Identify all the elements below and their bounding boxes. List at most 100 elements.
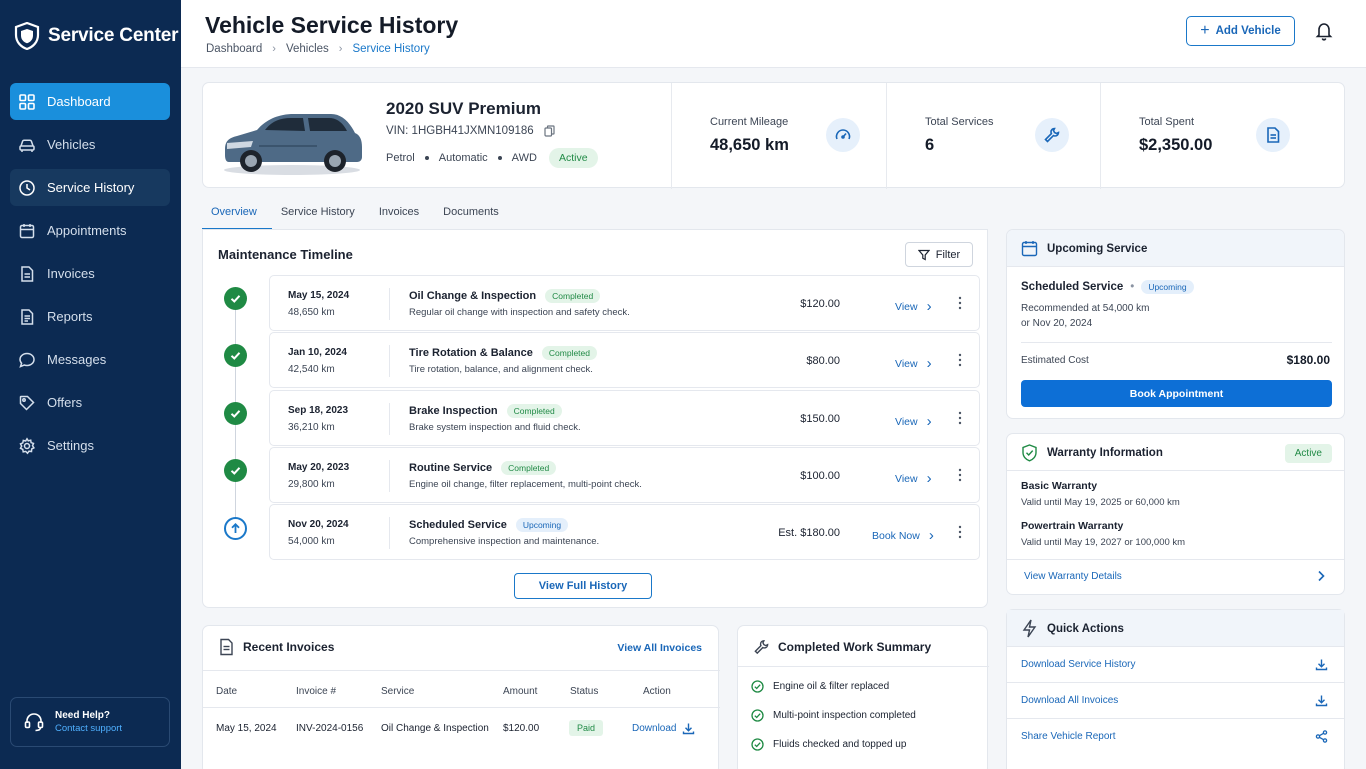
quick-action-label: Download All Invoices (1021, 695, 1119, 706)
breadcrumb-vehicles[interactable]: Vehicles (286, 43, 329, 55)
sidebar-item-settings[interactable]: Settings (10, 427, 170, 464)
view-link[interactable]: View › (895, 298, 932, 315)
vehicle-summary-card: 2020 SUV Premium VIN: 1HGBH41JXMN109186 … (202, 82, 1346, 189)
upcoming-service-header: Upcoming Service (1007, 230, 1344, 267)
timeline-row[interactable]: Jan 10, 2024 42,540 km Tire Rotation & B… (269, 332, 980, 388)
view-all-invoices-link[interactable]: View All Invoices (617, 642, 702, 654)
sidebar-item-service-history[interactable]: Service History (10, 169, 170, 206)
maintenance-timeline-card: Maintenance Timeline Filter May 15, 2024… (202, 230, 988, 608)
help-box[interactable]: Need Help? Contact support (10, 697, 170, 747)
view-link[interactable]: View › (895, 355, 932, 372)
shield-check-icon (1022, 444, 1037, 462)
stat-total-spent: Total Spent $2,350.00 (1100, 83, 1346, 189)
sidebar-item-invoices[interactable]: Invoices (10, 255, 170, 292)
chevron-right-icon: › (272, 43, 276, 55)
chevron-right-icon: › (926, 298, 932, 315)
book-now-link[interactable]: Book Now › (872, 527, 934, 544)
quick-action-label: Download Service History (1021, 659, 1136, 670)
receipt-icon (1256, 118, 1290, 152)
dot-separator (497, 156, 502, 160)
book-appointment-button[interactable]: Book Appointment (1021, 380, 1332, 407)
vehicle-vin: VIN: 1HGBH41JXMN109186 (386, 125, 555, 137)
sidebar-nav: Dashboard Vehicles Service History Appoi… (10, 83, 170, 470)
row-service: Scheduled Service Upcoming (409, 518, 569, 532)
sidebar-item-appointments[interactable]: Appointments (10, 212, 170, 249)
quick-action-download-history[interactable]: Download Service History (1007, 647, 1344, 683)
breadcrumb-dashboard[interactable]: Dashboard (206, 43, 262, 55)
view-warranty-details-link[interactable]: View Warranty Details (1024, 571, 1122, 582)
download-invoice-link[interactable]: Download (632, 722, 695, 735)
filter-button[interactable]: Filter (905, 242, 973, 267)
service-name: Tire Rotation & Balance (409, 347, 533, 359)
check-circle-icon (224, 402, 247, 425)
sidebar-item-offers[interactable]: Offers (10, 384, 170, 421)
column-header-date: Date (216, 686, 238, 697)
view-link[interactable]: View › (895, 470, 932, 487)
work-item: Fluids checked and topped up (751, 738, 906, 751)
warranty-name: Basic Warranty (1021, 480, 1098, 492)
warranty-title: Warranty Information (1047, 447, 1163, 459)
row-description: Tire rotation, balance, and alignment ch… (409, 364, 593, 375)
row-service: Routine Service Completed (409, 461, 557, 475)
tab-service-history[interactable]: Service History (272, 200, 370, 230)
tab-documents[interactable]: Documents (434, 200, 514, 230)
dot-separator: • (1130, 281, 1135, 293)
row-divider (389, 517, 390, 549)
sidebar-item-messages[interactable]: Messages (10, 341, 170, 378)
stat-total-services: Total Services 6 (886, 83, 1100, 189)
more-vertical-icon[interactable] (957, 294, 963, 312)
warranty-header: Warranty Information Active (1007, 434, 1344, 471)
tab-invoices[interactable]: Invoices (370, 200, 434, 230)
more-vertical-icon[interactable] (957, 523, 963, 541)
quick-action-download-invoices[interactable]: Download All Invoices (1007, 683, 1344, 719)
view-full-history-button[interactable]: View Full History (514, 573, 652, 599)
timeline-row[interactable]: Nov 20, 2024 54,000 km Scheduled Service… (269, 504, 980, 560)
grid-icon (19, 93, 35, 110)
row-service: Tire Rotation & Balance Completed (409, 346, 597, 360)
chat-icon (19, 352, 35, 368)
timeline-row[interactable]: May 15, 2024 48,650 km Oil Change & Insp… (269, 275, 980, 331)
sidebar-item-dashboard[interactable]: Dashboard (10, 83, 170, 120)
upcoming-recommendation: Recommended at 54,000 km or Nov 20, 2024 (1021, 301, 1149, 331)
spec-drive: AWD (511, 152, 537, 164)
stat-label: Total Services (925, 116, 994, 128)
chevron-right-icon: › (926, 470, 932, 487)
warranty-name: Powertrain Warranty (1021, 520, 1124, 532)
help-text: Need Help? Contact support (55, 710, 122, 734)
contact-support-link[interactable]: Contact support (55, 723, 122, 734)
top-header: Vehicle Service History Dashboard › Vehi… (181, 0, 1366, 68)
sidebar-item-reports[interactable]: Reports (10, 298, 170, 335)
stat-current-mileage: Current Mileage 48,650 km (671, 83, 886, 189)
column-header-action: Action (643, 686, 671, 697)
row-km: 36,210 km (288, 422, 335, 433)
quick-action-share-report[interactable]: Share Vehicle Report (1007, 719, 1344, 755)
invoice-date: May 15, 2024 (216, 723, 277, 734)
invoice-number: INV-2024-0156 (296, 723, 364, 734)
brand[interactable]: Service Center (14, 22, 178, 50)
more-vertical-icon[interactable] (957, 351, 963, 369)
sidebar-item-vehicles[interactable]: Vehicles (10, 126, 170, 163)
timeline-row[interactable]: Sep 18, 2023 36,210 km Brake Inspection C… (269, 390, 980, 446)
upcoming-badge: Upcoming (1141, 280, 1194, 294)
bell-icon[interactable] (1315, 21, 1333, 41)
row-amount: $80.00 (806, 355, 840, 367)
row-divider (389, 403, 390, 435)
row-amount: $120.00 (800, 298, 840, 310)
more-vertical-icon[interactable] (957, 409, 963, 427)
tab-overview[interactable]: Overview (202, 200, 272, 230)
row-km: 48,650 km (288, 307, 335, 318)
view-link[interactable]: View › (895, 413, 932, 430)
breadcrumb-service-history[interactable]: Service History (352, 43, 429, 55)
add-vehicle-button[interactable]: + Add Vehicle (1186, 16, 1295, 46)
wrench-icon (1035, 118, 1069, 152)
completed-work-summary-card: Completed Work Summary Engine oil & filt… (737, 625, 989, 769)
quick-action-label: Share Vehicle Report (1021, 731, 1116, 742)
chevron-right-icon[interactable] (1316, 570, 1326, 582)
filter-label: Filter (935, 248, 961, 261)
report-icon (21, 308, 34, 325)
more-vertical-icon[interactable] (957, 466, 963, 484)
work-item-label: Multi-point inspection completed (773, 710, 916, 721)
timeline-row[interactable]: May 20, 2023 29,800 km Routine Service Co… (269, 447, 980, 503)
filter-icon (917, 249, 930, 260)
copy-icon[interactable] (544, 125, 555, 137)
